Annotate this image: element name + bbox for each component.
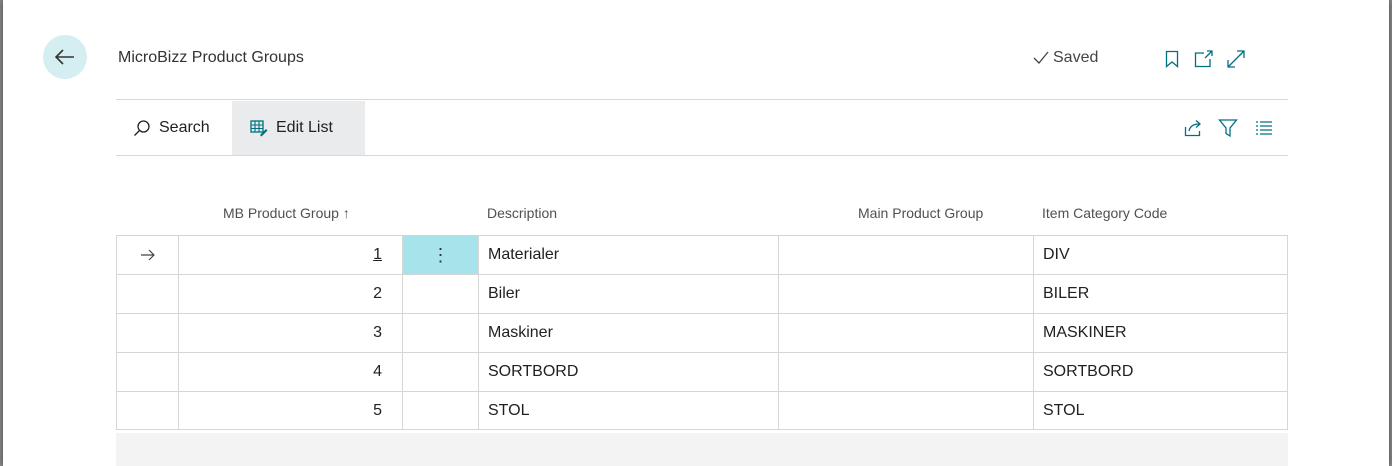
item-category-code-cell[interactable]: DIV (1033, 236, 1288, 274)
product-group-cell[interactable]: 5 (178, 392, 402, 430)
more-options-icon: ⋮ (431, 244, 450, 265)
description-cell[interactable]: Materialer (478, 236, 778, 274)
product-group-cell[interactable]: 2 (178, 275, 402, 313)
row-actions-cell[interactable] (402, 392, 478, 430)
back-arrow-icon (55, 49, 74, 65)
table-row[interactable]: 2 Biler BILER (116, 274, 1288, 313)
row-selector[interactable] (116, 236, 178, 274)
grid-footer-area (116, 433, 1288, 466)
description-cell[interactable]: SORTBORD (478, 353, 778, 391)
item-category-code-cell[interactable]: SORTBORD (1033, 353, 1288, 391)
product-group-link[interactable]: 1 (373, 246, 382, 264)
search-icon (134, 120, 150, 136)
expand-button[interactable] (1225, 48, 1247, 70)
data-grid: 1 ⋮ Materialer DIV 2 Biler BILER 3 Maski… (116, 235, 1288, 430)
sort-ascending-icon: ↑ (342, 205, 350, 221)
item-category-code-cell[interactable]: STOL (1033, 392, 1288, 430)
row-actions-cell[interactable]: ⋮ (402, 236, 478, 274)
row-actions-cell[interactable] (402, 314, 478, 352)
main-product-group-cell[interactable] (778, 392, 1033, 430)
list-view-button[interactable] (1253, 117, 1275, 139)
description-cell[interactable]: STOL (478, 392, 778, 430)
row-actions-cell[interactable] (402, 353, 478, 391)
main-product-group-cell[interactable] (778, 236, 1033, 274)
checkmark-icon (1033, 51, 1049, 64)
item-category-code-cell[interactable]: BILER (1033, 275, 1288, 313)
row-selector[interactable] (116, 314, 178, 352)
column-header-product-group[interactable]: MB Product Group ↑ (223, 205, 350, 221)
description-cell[interactable]: Biler (478, 275, 778, 313)
row-actions-cell[interactable] (402, 275, 478, 313)
saved-label: Saved (1053, 49, 1099, 66)
share-button[interactable] (1183, 117, 1205, 139)
column-header-main-product-group[interactable]: Main Product Group (858, 205, 983, 221)
saved-status: Saved (1033, 49, 1098, 67)
back-button[interactable] (43, 35, 87, 79)
column-header-item-category-code[interactable]: Item Category Code (1042, 205, 1167, 221)
edit-list-label: Edit List (276, 119, 333, 136)
search-label: Search (159, 119, 210, 136)
table-row[interactable]: 1 ⋮ Materialer DIV (116, 235, 1288, 274)
product-group-cell[interactable]: 1 (178, 236, 402, 274)
bookmark-button[interactable] (1161, 48, 1183, 70)
bookmark-icon (1165, 50, 1179, 68)
share-icon (1184, 120, 1201, 137)
open-new-window-icon (1194, 50, 1213, 68)
search-button[interactable]: Search (121, 101, 222, 155)
row-selector[interactable] (116, 392, 178, 430)
main-product-group-cell[interactable] (778, 314, 1033, 352)
row-selector[interactable] (116, 353, 178, 391)
action-bar-divider (116, 155, 1288, 156)
main-product-group-cell[interactable] (778, 275, 1033, 313)
expand-icon (1227, 50, 1245, 68)
page-title: MicroBizz Product Groups (118, 49, 304, 66)
list-view-icon (1256, 121, 1272, 135)
product-group-cell[interactable]: 4 (178, 353, 402, 391)
column-header-label: MB Product Group (223, 205, 339, 221)
current-row-arrow-icon (140, 249, 155, 261)
main-product-group-cell[interactable] (778, 353, 1033, 391)
description-cell[interactable]: Maskiner (478, 314, 778, 352)
header-divider (116, 99, 1288, 100)
filter-icon (1218, 119, 1238, 138)
table-row[interactable]: 3 Maskiner MASKINER (116, 313, 1288, 352)
table-row[interactable]: 5 STOL STOL (116, 391, 1288, 430)
edit-list-icon (250, 120, 268, 137)
column-header-description[interactable]: Description (487, 205, 557, 221)
table-row[interactable]: 4 SORTBORD SORTBORD (116, 352, 1288, 391)
row-selector[interactable] (116, 275, 178, 313)
open-new-window-button[interactable] (1193, 48, 1215, 70)
page-frame: MicroBizz Product Groups Saved Search Ed… (3, 0, 1389, 466)
filter-button[interactable] (1217, 117, 1239, 139)
product-group-cell[interactable]: 3 (178, 314, 402, 352)
edit-list-button[interactable]: Edit List (232, 101, 365, 155)
item-category-code-cell[interactable]: MASKINER (1033, 314, 1288, 352)
